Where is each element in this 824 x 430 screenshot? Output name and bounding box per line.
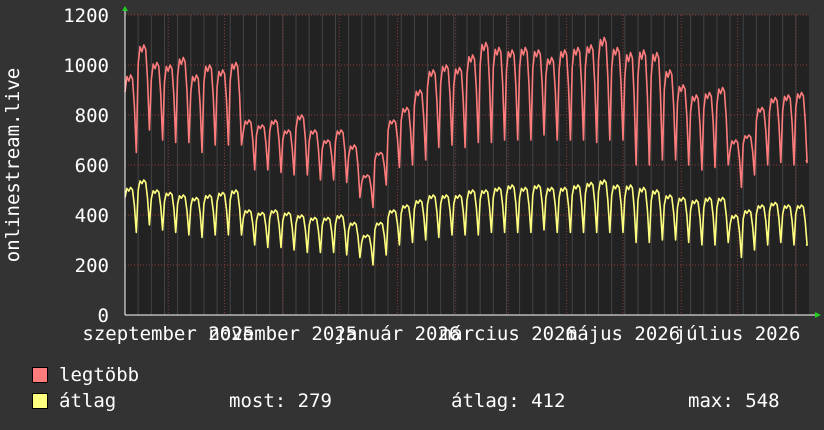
legend-label-max: legtöbb	[59, 364, 140, 386]
y-tick-label: 800	[75, 105, 109, 127]
legend-label-avg: átlag	[59, 390, 117, 412]
line-chart: 020040060080010001200szeptember 2025nove…	[2, 5, 821, 345]
x-tick-label: március 2026	[440, 323, 577, 345]
y-tick-label: 200	[75, 255, 109, 277]
x-tick-label: július 2026	[675, 323, 801, 345]
x-tick-label: május 2026	[566, 323, 680, 345]
y-tick-label: 1000	[63, 55, 109, 77]
y-axis-label: onlinestream.live	[2, 68, 24, 262]
y-tick-label: 600	[75, 155, 109, 177]
stat-max: max: 548	[688, 390, 780, 412]
y-tick-label: 400	[75, 205, 109, 227]
stat-current: most: 279	[229, 390, 332, 412]
legend-swatch-avg	[32, 393, 48, 409]
x-axis-arrow	[815, 312, 821, 318]
legend-swatch-max	[32, 367, 48, 383]
y-tick-label: 1200	[63, 5, 109, 27]
stat-average: átlag: 412	[451, 390, 566, 412]
y-axis-arrow	[122, 6, 128, 11]
